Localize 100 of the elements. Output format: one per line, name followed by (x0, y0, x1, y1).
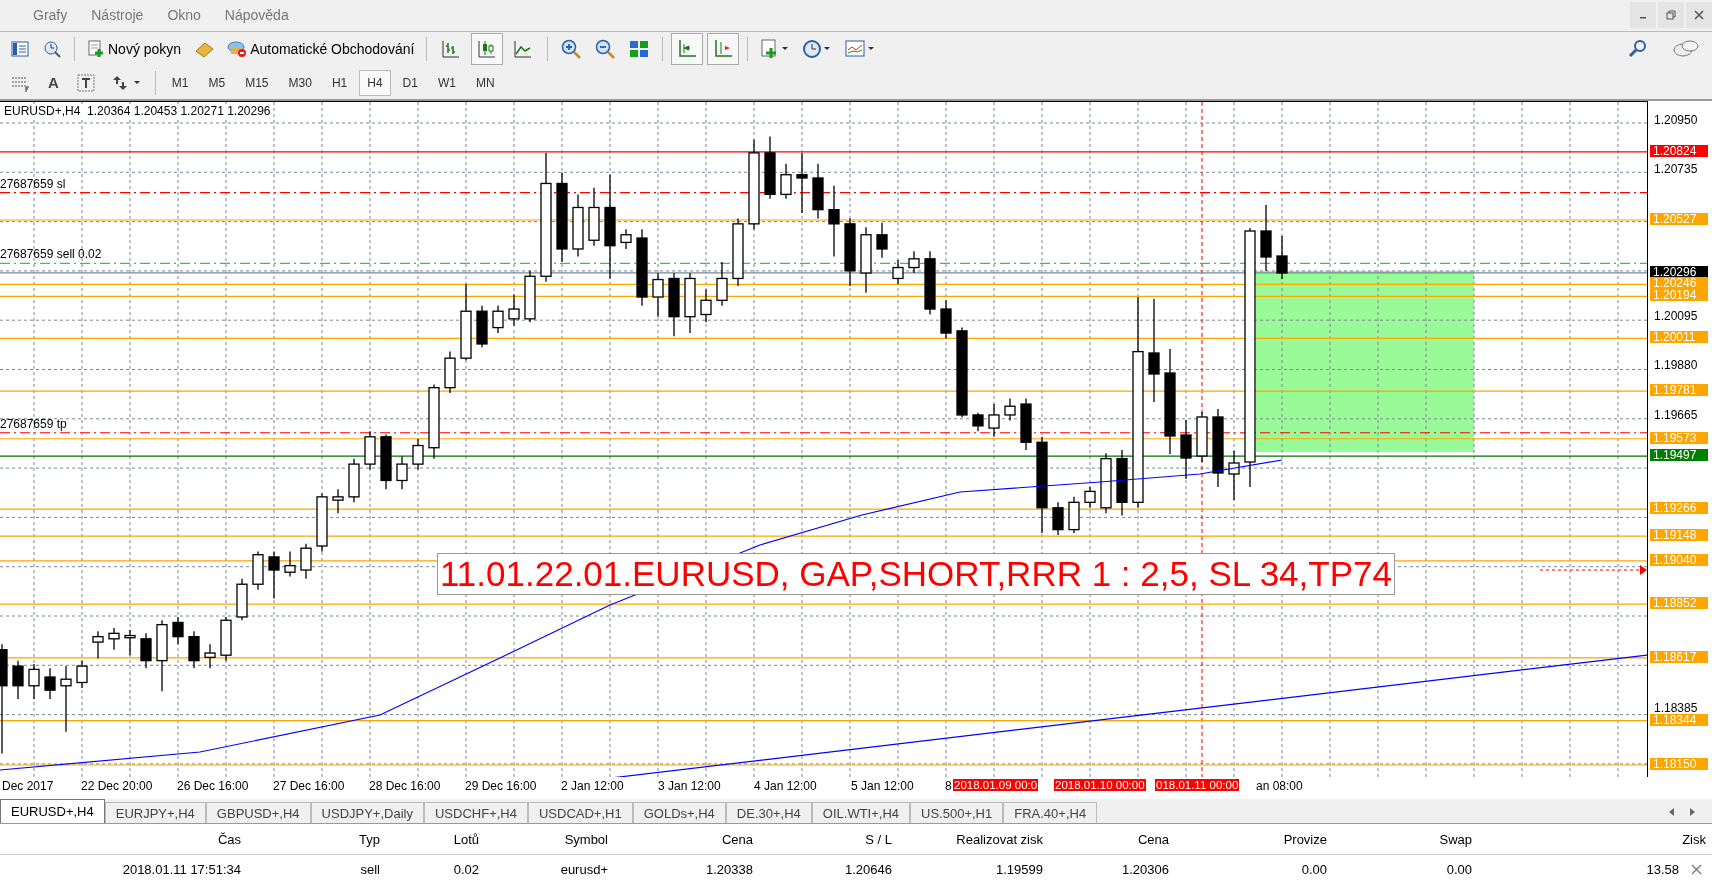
search-icon[interactable] (1628, 39, 1648, 59)
table-cell-text: 1.20338 (705, 862, 754, 877)
chart-symbol-prices: EURUSD+,H4 1.20364 1.20453 1.20271 1.20296 (4, 104, 271, 118)
chart-tab[interactable]: GOLDs+,H4 (632, 802, 726, 823)
menu-item[interactable]: Nápověda (213, 7, 300, 24)
chart-tab[interactable]: GBPUSD+,H4 (205, 802, 311, 823)
price-label: 1.20011 (1650, 331, 1708, 344)
time-label: 8 (945, 779, 952, 793)
timeframe-button[interactable]: H4 (359, 69, 391, 96)
timeframe-button[interactable]: M15 (237, 69, 277, 96)
menu-item[interactable]: Nástroje (80, 7, 155, 24)
table-cell-text: 0.02 (452, 862, 480, 877)
time-label: 28 Dec 16:00 (369, 779, 441, 793)
order-line-label: 27687659 tp (0, 416, 67, 431)
price-tick-label: 1.20950 (1654, 113, 1698, 127)
time-label: 2 Jan 12:00 (561, 779, 624, 793)
order-line-label: 27687659 sl (0, 176, 66, 191)
table-cell-text: 1.20306 (1121, 862, 1170, 877)
column-header[interactable]: Cena (1049, 831, 1175, 847)
price-label: 1.18617 (1650, 650, 1708, 663)
price-label: 1.19573 (1650, 431, 1708, 444)
timeframe-button[interactable]: D1 (394, 69, 426, 96)
time-label: an 08:00 (1256, 779, 1303, 793)
column-header[interactable]: Zisk (1478, 831, 1712, 847)
table-cell-text: 0.00 (1445, 862, 1473, 877)
chart-tab[interactable]: USDCHF+,H4 (423, 802, 528, 823)
price-label: 1.19266 (1650, 502, 1708, 515)
chart-tab[interactable]: EURUSD+,H4 (0, 799, 105, 823)
timeframe-button[interactable]: M1 (163, 69, 197, 96)
table-cell-text: eurusd+ (559, 862, 609, 877)
time-label: 3 Jan 12:00 (658, 779, 721, 793)
chat-icon[interactable] (1672, 38, 1700, 60)
price-label: 1.18344 (1650, 713, 1708, 726)
timeframe-button[interactable]: H1 (323, 69, 356, 96)
price-label: 1.20824 (1650, 144, 1708, 157)
chart-tab[interactable]: EURJPY+,H4 (104, 802, 206, 823)
table-cell-text: 1.20646 (844, 862, 893, 877)
column-header[interactable]: Čas (0, 831, 247, 847)
column-header[interactable]: Realizovat zisk (898, 831, 1049, 847)
menu-item[interactable]: Okno (156, 7, 212, 24)
close-icon[interactable] (1686, 2, 1712, 29)
table-cell-text: 13.58 (1646, 862, 1680, 877)
robot-icon (227, 40, 248, 58)
column-header[interactable]: S / L (759, 831, 898, 847)
price-label: 1.20527 (1650, 213, 1708, 225)
time-label: 29 Dec 16:00 (465, 779, 537, 793)
table-cell-text: sell (359, 862, 381, 877)
column-header[interactable]: Symbol (485, 831, 614, 847)
price-label: 1.18852 (1650, 597, 1708, 610)
candlestick-icon[interactable] (471, 33, 504, 65)
auto-scroll-icon[interactable] (707, 33, 740, 65)
chart-tab[interactable]: USDCAD+,H1 (527, 802, 633, 823)
chart-tab[interactable]: OIL.WTI+,H4 (811, 802, 911, 823)
close-icon[interactable] (1691, 864, 1702, 875)
chart-tab[interactable]: DE.30+,H4 (725, 802, 812, 823)
chart-tab[interactable]: USDJPY+,Daily (310, 802, 424, 823)
price-label: 1.18150 (1650, 758, 1708, 770)
text-tool-button[interactable]: A (40, 74, 67, 92)
price-label: 1.20296 (1650, 265, 1708, 278)
order-line-label: 27687659 sell 0.02 (0, 247, 102, 262)
price-tick-label: 1.19880 (1654, 358, 1698, 373)
timeframe-button[interactable]: M5 (200, 69, 234, 96)
timeframe-button[interactable]: M30 (280, 69, 320, 96)
time-label: 5 Jan 12:00 (851, 779, 914, 793)
new-order-button[interactable]: Nový pokyn (83, 38, 186, 60)
time-label: 4 Jan 12:00 (754, 779, 817, 793)
time-label: 22 Dec 20:00 (81, 779, 153, 793)
price-tick-label: 1.18385 (1654, 701, 1698, 716)
chart-shift-icon[interactable] (671, 33, 704, 65)
menu-item[interactable]: Grafy (22, 7, 79, 24)
scroll-left-icon[interactable] (1668, 807, 1676, 817)
column-header[interactable]: Typ (247, 831, 386, 847)
timeframe-button[interactable]: MN (467, 69, 503, 96)
column-header[interactable]: Swap (1333, 831, 1478, 847)
price-label: 1.20194 (1650, 289, 1708, 302)
price-label: 1.19148 (1650, 529, 1708, 542)
time-marker-label: 2018.01.09 00:0 (953, 779, 1039, 791)
column-header[interactable]: Provize (1175, 831, 1333, 847)
time-marker-label: 018.01.11 00:00 (1155, 779, 1240, 791)
column-header[interactable]: Lotů (386, 831, 485, 847)
table-cell-text: 1.19599 (995, 862, 1044, 877)
price-label: 1.19040 (1650, 553, 1708, 566)
scroll-right-icon[interactable] (1688, 807, 1696, 817)
chart-tab[interactable]: US.500+,H1 (910, 802, 1004, 823)
price-tick-label: 1.20095 (1654, 309, 1698, 324)
time-label: 27 Dec 16:00 (273, 779, 345, 793)
price-tick-label: 1.19665 (1654, 407, 1698, 422)
auto-trading-button[interactable]: Automatické Obchodování (223, 38, 419, 60)
table-cell-text: 2018.01.11 17:51:34 (121, 862, 242, 877)
column-header[interactable]: Cena (614, 831, 759, 847)
price-label: 1.19781 (1650, 384, 1708, 397)
chart-tab[interactable]: FRA.40+,H4 (1003, 802, 1098, 823)
time-label: 26 Dec 16:00 (177, 779, 249, 793)
chart-annotation: 11.01.22.01.EURUSD, GAP,SHORT,RRR 1 : 2,5, SL 34,TP74 (437, 553, 1395, 595)
timeframe-button[interactable]: W1 (429, 69, 464, 96)
table-cell-text: 0.00 (1300, 862, 1328, 877)
time-marker-label: 2018.01.10 00:00 (1054, 779, 1146, 791)
time-label: Dec 2017 (2, 779, 54, 793)
price-tick-label: 1.20735 (1654, 162, 1698, 177)
document-plus-icon (87, 40, 105, 58)
